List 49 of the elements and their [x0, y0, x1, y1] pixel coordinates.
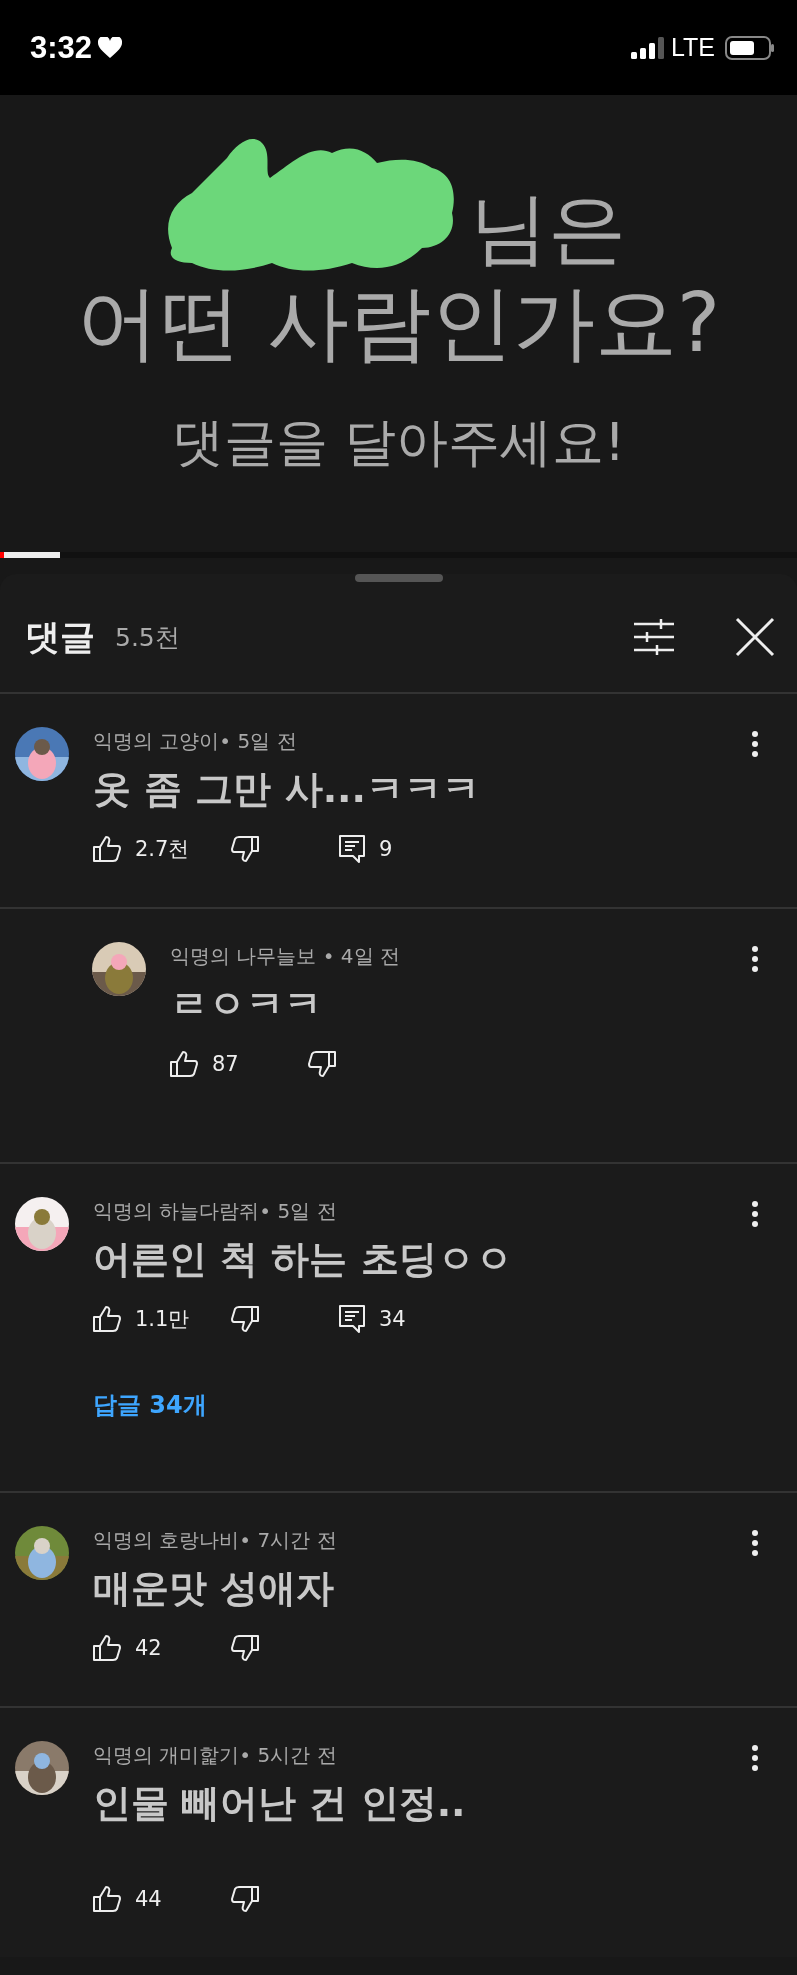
like-count: 1.1만	[135, 1306, 191, 1333]
comment-meta: 익명의 호랑나비• 7시간 전	[93, 1527, 338, 1554]
reply-count: 34	[379, 1307, 406, 1331]
comment-text: 어른인 척 하는 초딩ㅇㅇ	[93, 1236, 514, 1283]
video-title: 님은	[469, 189, 626, 267]
more-options-icon[interactable]	[751, 1530, 759, 1556]
comment-text: 옷 좀 그만 사...ㅋㅋㅋ	[93, 766, 481, 813]
video-title: 어떤 사람인가요?	[76, 278, 721, 369]
comments-title: 댓글	[25, 615, 95, 659]
more-options-icon[interactable]	[751, 1745, 759, 1771]
signal-icon	[631, 36, 665, 59]
thumbs-up-icon[interactable]	[93, 836, 121, 862]
more-options-icon[interactable]	[751, 1201, 759, 1227]
like-count: 44	[135, 1887, 163, 1911]
view-replies-link[interactable]: 답글 34개	[93, 1389, 751, 1421]
like-count: 42	[135, 1636, 163, 1660]
thumbs-down-icon[interactable]	[231, 1306, 259, 1332]
comment-text: 인물 빼어난 건 인정..	[93, 1780, 467, 1827]
comment-meta: 익명의 고양이• 5일 전	[93, 728, 298, 755]
video-subtitle: 댓글을 달아주세요!	[171, 411, 626, 475]
comment-meta: 익명의 개미핥기• 5시간 전	[93, 1742, 338, 1769]
filter-icon[interactable]	[633, 619, 675, 655]
thumbs-up-icon[interactable]	[93, 1635, 121, 1661]
comment-count: 5.5천	[115, 621, 181, 654]
progress-bar[interactable]	[0, 552, 797, 558]
close-icon[interactable]	[735, 617, 775, 657]
heart-icon	[98, 36, 123, 59]
drag-handle[interactable]	[354, 574, 443, 582]
comment-meta: 익명의 나무늘보 • 4일 전	[170, 943, 401, 970]
like-count: 87	[212, 1052, 240, 1076]
network-type: LTE	[671, 33, 715, 62]
thumbs-down-icon[interactable]	[231, 1886, 259, 1912]
comment-text: 매운맛 성애자	[93, 1565, 336, 1612]
more-options-icon[interactable]	[751, 946, 759, 972]
thumbs-up-icon[interactable]	[93, 1306, 121, 1332]
comment-meta: 익명의 하늘다람쥐• 5일 전	[93, 1198, 338, 1225]
thumbs-down-icon[interactable]	[231, 1635, 259, 1661]
reply-count: 9	[379, 837, 393, 861]
like-count: 2.7천	[135, 836, 191, 863]
comment-icon[interactable]	[339, 1305, 365, 1333]
battery-icon	[725, 35, 775, 60]
clock-time: 3:32	[30, 29, 93, 66]
thumbs-up-icon[interactable]	[170, 1051, 198, 1077]
thumbs-up-icon[interactable]	[93, 1886, 121, 1912]
thumbs-down-icon[interactable]	[231, 836, 259, 862]
comment-text: ㄹㅇㅋㅋ	[170, 981, 323, 1028]
more-options-icon[interactable]	[751, 731, 759, 757]
thumbs-down-icon[interactable]	[308, 1051, 336, 1077]
comment-icon[interactable]	[339, 835, 365, 863]
